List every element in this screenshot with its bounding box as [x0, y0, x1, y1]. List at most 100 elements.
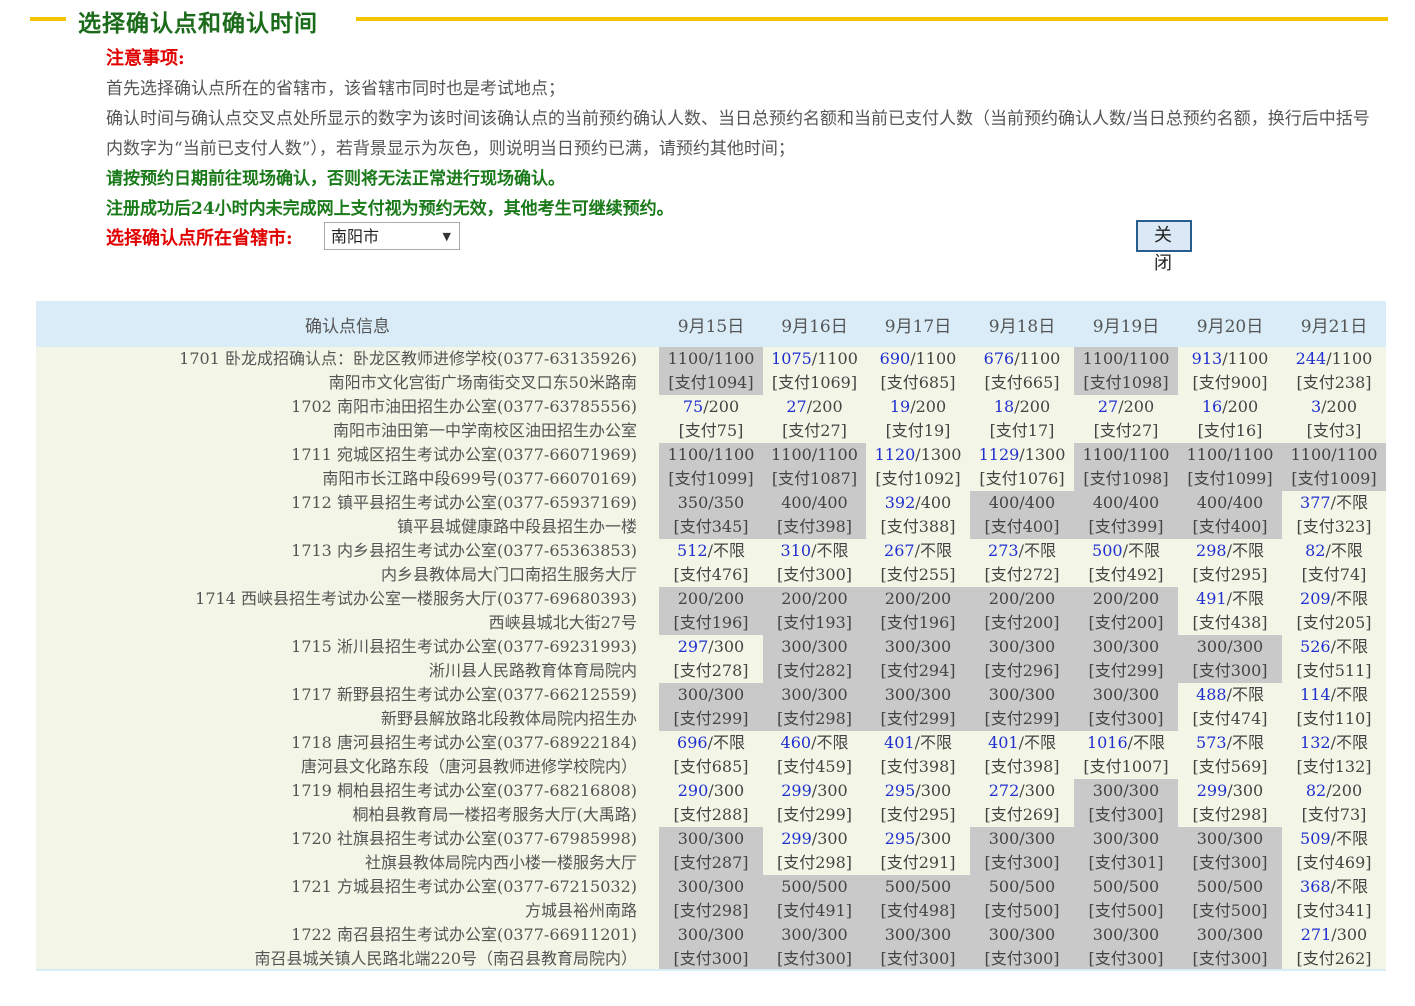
- slot-booked: 1120: [874, 445, 916, 464]
- slot-count: 500/500: [970, 875, 1074, 899]
- slot-cell[interactable]: 295/300 [支付291]: [866, 827, 970, 875]
- slot-cell[interactable]: 114/不限 [支付110]: [1282, 683, 1386, 731]
- slot-booked: 300: [677, 925, 709, 944]
- slot-cell[interactable]: 82/200 [支付73]: [1282, 779, 1386, 827]
- slot-cell[interactable]: 298/不限 [支付295]: [1178, 539, 1282, 587]
- slot-cell[interactable]: 132/不限 [支付132]: [1282, 731, 1386, 779]
- slot-cell[interactable]: 368/不限 [支付341]: [1282, 875, 1386, 923]
- slot-cell[interactable]: 526/不限 [支付511]: [1282, 635, 1386, 683]
- slot-booked: 300: [1196, 829, 1228, 848]
- slot-paid: [支付255]: [880, 565, 956, 584]
- slot-quota: 不限: [1127, 541, 1160, 560]
- slot-cell[interactable]: 913/1100 [支付900]: [1178, 347, 1282, 395]
- slot-cell[interactable]: 209/不限 [支付205]: [1282, 587, 1386, 635]
- slot-cell[interactable]: 18/200 [支付17]: [970, 395, 1074, 443]
- city-select[interactable]: 南阳市 ▼: [324, 222, 460, 250]
- slot-cell[interactable]: 500/不限 [支付492]: [1074, 539, 1178, 587]
- slot-paid: [支付498]: [880, 901, 956, 920]
- slot-paid: [支付300]: [1088, 949, 1164, 968]
- slot-paid: [支付459]: [776, 757, 853, 776]
- slot-cell[interactable]: 491/不限 [支付438]: [1178, 587, 1282, 635]
- slot-cell[interactable]: 295/300 [支付295]: [866, 779, 970, 827]
- close-button[interactable]: 关闭: [1136, 220, 1192, 274]
- slot-cell[interactable]: 299/300 [支付298]: [1178, 779, 1282, 827]
- slot-cell[interactable]: 392/400 [支付388]: [866, 491, 970, 539]
- slot-cell[interactable]: 16/200 [支付16]: [1178, 395, 1282, 443]
- slot-booked: 400: [988, 493, 1020, 512]
- slot-quota: 不限: [1231, 541, 1264, 560]
- site-address: 方城县裕州南路: [524, 901, 637, 920]
- slot-cell[interactable]: 1129/1300 [支付1076]: [970, 443, 1074, 491]
- slot-count: 1100/1100: [1178, 443, 1282, 467]
- slot-cell[interactable]: 509/不限 [支付469]: [1282, 827, 1386, 875]
- slot-cell[interactable]: 1120/1300 [支付1092]: [866, 443, 970, 491]
- slot-cell[interactable]: 267/不限 [支付255]: [866, 539, 970, 587]
- slot-cell[interactable]: 272/300 [支付269]: [970, 779, 1074, 827]
- slot-cell[interactable]: 310/不限 [支付300]: [763, 539, 866, 587]
- slot-count: 1100/1100: [1074, 347, 1178, 371]
- slot-paid: [支付27]: [782, 421, 847, 440]
- header-date: 9月21日: [1282, 301, 1386, 347]
- slot-quota: 300: [1024, 829, 1056, 848]
- slot-cell[interactable]: 676/1100 [支付665]: [970, 347, 1074, 395]
- slot-cell[interactable]: 27/200 [支付27]: [1074, 395, 1178, 443]
- slot-count: 300/300: [970, 683, 1074, 707]
- slot-count: 300/300: [1178, 923, 1282, 947]
- slot-booked: 1100: [667, 445, 709, 464]
- slot-booked: 512: [677, 541, 708, 560]
- slot-cell[interactable]: 696/不限 [支付685]: [659, 731, 763, 779]
- table-header-row: 确认点信息 9月15日 9月16日 9月17日 9月18日 9月19日 9月20…: [36, 301, 1386, 347]
- slot-booked: 400: [781, 493, 812, 512]
- slot-paid: [支付569]: [1192, 757, 1268, 776]
- slot-cell[interactable]: 401/不限 [支付398]: [866, 731, 970, 779]
- slot-booked: 300: [1092, 925, 1124, 944]
- slot-cell[interactable]: 297/300 [支付278]: [659, 635, 763, 683]
- notes-warning-1: 请按预约日期前往现场确认，否则将无法正常进行现场确认。: [106, 169, 565, 189]
- slot-paid: [支付1076]: [979, 469, 1065, 488]
- slot-booked: 300: [988, 637, 1020, 656]
- slot-cell[interactable]: 244/1100 [支付238]: [1282, 347, 1386, 395]
- table-row: 1713 内乡县招生考试办公室(0377-65363853) 内乡县教体局大门口南…: [36, 539, 1386, 587]
- slot-cell[interactable]: 1016/不限 [支付1007]: [1074, 731, 1178, 779]
- slot-cell[interactable]: 401/不限 [支付398]: [970, 731, 1074, 779]
- slot-count: 75/200: [659, 395, 763, 419]
- slot-count: 1100/1100: [763, 443, 866, 467]
- slot-cell[interactable]: 27/200 [支付27]: [763, 395, 866, 443]
- slot-cell[interactable]: 290/300 [支付288]: [659, 779, 763, 827]
- table-bottom-border: [36, 969, 1386, 971]
- slot-cell[interactable]: 1075/1100 [支付1069]: [763, 347, 866, 395]
- slot-booked: 300: [1196, 637, 1228, 656]
- slot-cell[interactable]: 690/1100 [支付685]: [866, 347, 970, 395]
- slot-cell[interactable]: 460/不限 [支付459]: [763, 731, 866, 779]
- slot-booked: 300: [988, 685, 1020, 704]
- slot-cell[interactable]: 512/不限 [支付476]: [659, 539, 763, 587]
- slot-cell[interactable]: 75/200 [支付75]: [659, 395, 763, 443]
- slot-paid: [支付492]: [1088, 565, 1164, 584]
- slot-quota: 不限: [1231, 589, 1264, 608]
- slot-cell[interactable]: 299/300 [支付298]: [763, 827, 866, 875]
- slot-paid: [支付398]: [984, 757, 1060, 776]
- slot-paid: [支付400]: [1192, 517, 1268, 536]
- site-name: 1713 内乡县招生考试办公室(0377-65363853): [291, 541, 637, 560]
- slot-cell[interactable]: 3/200 [支付3]: [1282, 395, 1386, 443]
- site-address: 南阳市长江路中段699号(0377-66070169): [322, 469, 637, 488]
- slot-cell[interactable]: 573/不限 [支付569]: [1178, 731, 1282, 779]
- slot-cell[interactable]: 271/300 [支付262]: [1282, 923, 1386, 971]
- slot-cell[interactable]: 299/300 [支付299]: [763, 779, 866, 827]
- slot-cell[interactable]: 488/不限 [支付474]: [1178, 683, 1282, 731]
- notes-line-1: 首先选择确认点所在的省辖市，该省辖市同时也是考试地点；: [106, 79, 565, 99]
- slot-count: 200/200: [1074, 587, 1178, 611]
- slot-quota: 500: [920, 877, 952, 896]
- slot-booked: 200: [988, 589, 1020, 608]
- site-name: 1715 淅川县招生考试办公室(0377-69231993): [291, 637, 637, 656]
- slot-cell: 1100/1100 [支付1099]: [1178, 443, 1282, 491]
- slot-cell[interactable]: 82/不限 [支付74]: [1282, 539, 1386, 587]
- slot-booked: 500: [1092, 541, 1123, 560]
- slot-cell[interactable]: 19/200 [支付19]: [866, 395, 970, 443]
- slot-cell[interactable]: 273/不限 [支付272]: [970, 539, 1074, 587]
- slot-cell[interactable]: 377/不限 [支付323]: [1282, 491, 1386, 539]
- slot-paid: [支付1094]: [668, 373, 754, 392]
- slot-cell: 1100/1100 [支付1098]: [1074, 347, 1178, 395]
- slot-paid: [支付288]: [673, 805, 749, 824]
- slot-quota: 300: [1024, 781, 1056, 800]
